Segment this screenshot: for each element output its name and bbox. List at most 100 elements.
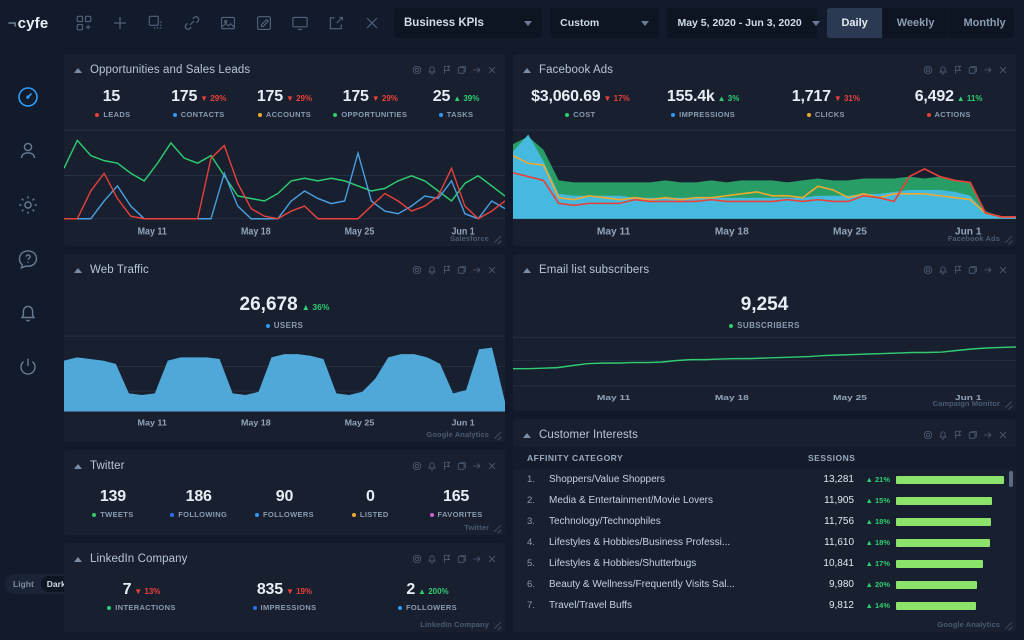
- gear-icon[interactable]: [923, 430, 933, 440]
- close-icon[interactable]: [487, 65, 497, 75]
- arrow-right-icon[interactable]: [983, 430, 993, 440]
- image-icon[interactable]: [214, 9, 242, 37]
- close-icon[interactable]: [487, 554, 497, 564]
- table-row[interactable]: 3.Technology/Technophiles11,756▲ 18%: [513, 511, 1016, 532]
- widgets-icon[interactable]: [70, 9, 98, 37]
- granularity-monthly[interactable]: Monthly: [949, 8, 1014, 38]
- granularity-weekly[interactable]: Weekly: [883, 8, 950, 38]
- arrow-right-icon[interactable]: [983, 265, 993, 275]
- date-range-select[interactable]: May 5, 2020 - Jun 3, 2020: [667, 8, 817, 38]
- period-select[interactable]: Custom: [550, 8, 659, 38]
- add-icon[interactable]: [106, 9, 134, 37]
- kpi-delta: ▼ 29%: [372, 94, 398, 103]
- copy-icon[interactable]: [142, 9, 170, 37]
- bell-icon[interactable]: [427, 554, 437, 564]
- edit-icon[interactable]: [250, 9, 278, 37]
- resize-grip[interactable]: [493, 234, 502, 243]
- close-icon[interactable]: [998, 65, 1008, 75]
- bell-icon[interactable]: [938, 265, 948, 275]
- arrow-right-icon[interactable]: [472, 461, 482, 471]
- sidebar-item-help[interactable]: [15, 246, 41, 272]
- resize-grip[interactable]: [1004, 620, 1013, 629]
- resize-grip[interactable]: [1004, 399, 1013, 408]
- share-icon[interactable]: [322, 9, 350, 37]
- app-logo[interactable]: ¬cyfe: [0, 0, 56, 46]
- duplicate-icon[interactable]: [457, 65, 467, 75]
- web-traffic-area-chart: May 11May 18May 25Jun 1: [64, 330, 505, 442]
- duplicate-icon[interactable]: [457, 461, 467, 471]
- collapse-icon[interactable]: [74, 464, 82, 469]
- sidebar-item-logout[interactable]: [15, 354, 41, 380]
- gear-icon[interactable]: [412, 265, 422, 275]
- column-header-affinity[interactable]: AFFINITY CATEGORY: [527, 453, 808, 463]
- link-icon[interactable]: [178, 9, 206, 37]
- widget-source: Facebook Ads: [948, 234, 1000, 243]
- resize-grip[interactable]: [493, 620, 502, 629]
- table-row[interactable]: 2.Media & Entertainment/Movie Lovers11,9…: [513, 490, 1016, 511]
- duplicate-icon[interactable]: [968, 265, 978, 275]
- flag-icon[interactable]: [953, 430, 963, 440]
- arrow-right-icon[interactable]: [472, 265, 482, 275]
- flag-icon[interactable]: [953, 265, 963, 275]
- collapse-icon[interactable]: [74, 68, 82, 73]
- arrow-right-icon[interactable]: [472, 554, 482, 564]
- bell-icon[interactable]: [427, 265, 437, 275]
- row-delta: ▲ 21%: [854, 475, 896, 484]
- table-row[interactable]: 4.Lifestyles & Hobbies/Business Professi…: [513, 532, 1016, 553]
- dashboard-select[interactable]: Business KPIs: [394, 8, 542, 38]
- flag-icon[interactable]: [442, 65, 452, 75]
- sidebar-item-profile[interactable]: [15, 138, 41, 164]
- close-icon[interactable]: [487, 265, 497, 275]
- kpi-delta: ▼ 17%: [603, 94, 629, 103]
- collapse-icon[interactable]: [74, 268, 82, 273]
- bell-icon[interactable]: [938, 65, 948, 75]
- collapse-icon[interactable]: [523, 268, 531, 273]
- row-delta: ▲ 15%: [854, 496, 896, 505]
- flag-icon[interactable]: [442, 554, 452, 564]
- collapse-icon[interactable]: [523, 433, 531, 438]
- table-row[interactable]: 6.Beauty & Wellness/Frequently Visits Sa…: [513, 574, 1016, 595]
- gear-icon[interactable]: [923, 265, 933, 275]
- table-scrollbar[interactable]: [1009, 471, 1013, 487]
- flag-icon[interactable]: [442, 461, 452, 471]
- resize-grip[interactable]: [1004, 234, 1013, 243]
- sidebar-item-settings[interactable]: [15, 192, 41, 218]
- arrow-right-icon[interactable]: [983, 65, 993, 75]
- duplicate-icon[interactable]: [457, 265, 467, 275]
- duplicate-icon[interactable]: [457, 554, 467, 564]
- gear-icon[interactable]: [923, 65, 933, 75]
- table-row[interactable]: 7.Travel/Travel Buffs9,812▲ 14%: [513, 595, 1016, 616]
- flag-icon[interactable]: [953, 65, 963, 75]
- resize-grip[interactable]: [493, 430, 502, 439]
- svg-text:May 11: May 11: [138, 226, 167, 236]
- tv-icon[interactable]: [286, 9, 314, 37]
- sidebar-item-notifications[interactable]: [15, 300, 41, 326]
- flag-icon[interactable]: [442, 265, 452, 275]
- granularity-daily[interactable]: Daily: [827, 8, 882, 38]
- kpi-favorites: 165 FAVORITES: [413, 488, 499, 519]
- svg-text:May 18: May 18: [715, 227, 749, 238]
- close-icon[interactable]: [487, 461, 497, 471]
- gear-icon[interactable]: [412, 65, 422, 75]
- close-icon[interactable]: [998, 430, 1008, 440]
- gear-icon[interactable]: [412, 554, 422, 564]
- table-row[interactable]: 1.Shoppers/Value Shoppers13,281▲ 21%: [513, 469, 1016, 490]
- duplicate-icon[interactable]: [968, 430, 978, 440]
- resize-grip[interactable]: [493, 523, 502, 532]
- close-icon[interactable]: [998, 265, 1008, 275]
- bell-icon[interactable]: [938, 430, 948, 440]
- close-icon[interactable]: [358, 9, 386, 37]
- column-header-sessions[interactable]: SESSIONS: [808, 453, 1004, 463]
- theme-light-option[interactable]: Light: [7, 576, 40, 592]
- bell-icon[interactable]: [427, 65, 437, 75]
- duplicate-icon[interactable]: [968, 65, 978, 75]
- bell-icon[interactable]: [427, 461, 437, 471]
- gear-icon[interactable]: [412, 461, 422, 471]
- collapse-icon[interactable]: [523, 68, 531, 73]
- table-row[interactable]: 5.Lifestyles & Hobbies/Shutterbugs10,841…: [513, 553, 1016, 574]
- arrow-right-icon[interactable]: [472, 65, 482, 75]
- kpi-value: 175: [343, 88, 369, 106]
- sidebar-item-dashboard[interactable]: [15, 84, 41, 110]
- dashboard-select-value: Business KPIs: [404, 17, 484, 29]
- collapse-icon[interactable]: [74, 557, 82, 562]
